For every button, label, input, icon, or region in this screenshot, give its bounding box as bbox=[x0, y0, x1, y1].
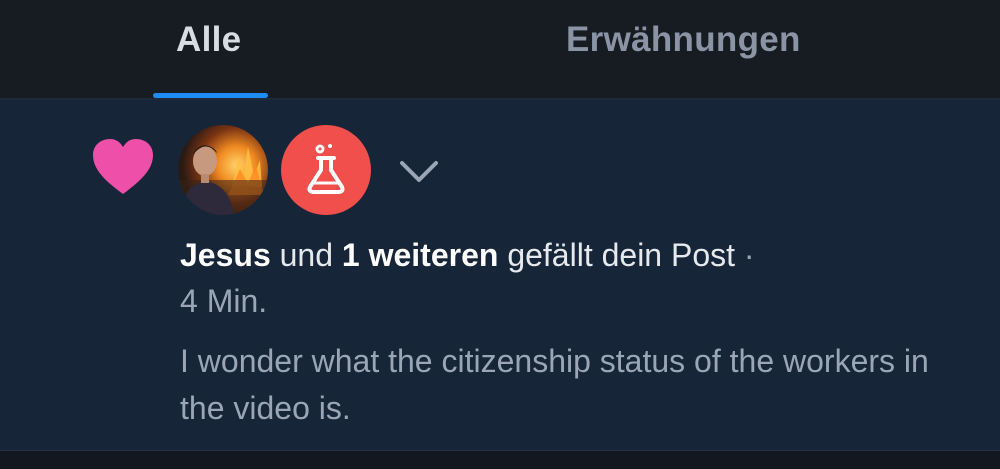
next-item-divider bbox=[0, 450, 1000, 469]
avatar[interactable] bbox=[178, 125, 268, 215]
avatar-photo bbox=[178, 125, 268, 215]
heart-icon bbox=[93, 139, 153, 194]
notifications-tab-bar: Alle Erwähnungen bbox=[0, 0, 1000, 100]
post-excerpt[interactable]: I wonder what the citizenship status of … bbox=[180, 338, 960, 432]
tab-mentions[interactable]: Erwähnungen bbox=[566, 20, 801, 60]
actor-name[interactable]: Jesus bbox=[180, 237, 271, 273]
feed-badge[interactable] bbox=[281, 125, 371, 215]
action-text: gefällt dein Post bbox=[507, 237, 736, 273]
flask-icon bbox=[307, 144, 345, 194]
others-count[interactable]: 1 weiteren bbox=[342, 237, 499, 273]
active-tab-indicator bbox=[153, 93, 268, 98]
tab-all[interactable]: Alle bbox=[176, 20, 241, 60]
chevron-down-icon[interactable] bbox=[398, 155, 440, 189]
separator-dot: · bbox=[743, 237, 755, 273]
timestamp: 4 Min. bbox=[180, 283, 268, 319]
notification-text: Jesus und 1 weiteren gefällt dein Post · bbox=[180, 237, 755, 274]
connector-text: und bbox=[279, 237, 334, 273]
